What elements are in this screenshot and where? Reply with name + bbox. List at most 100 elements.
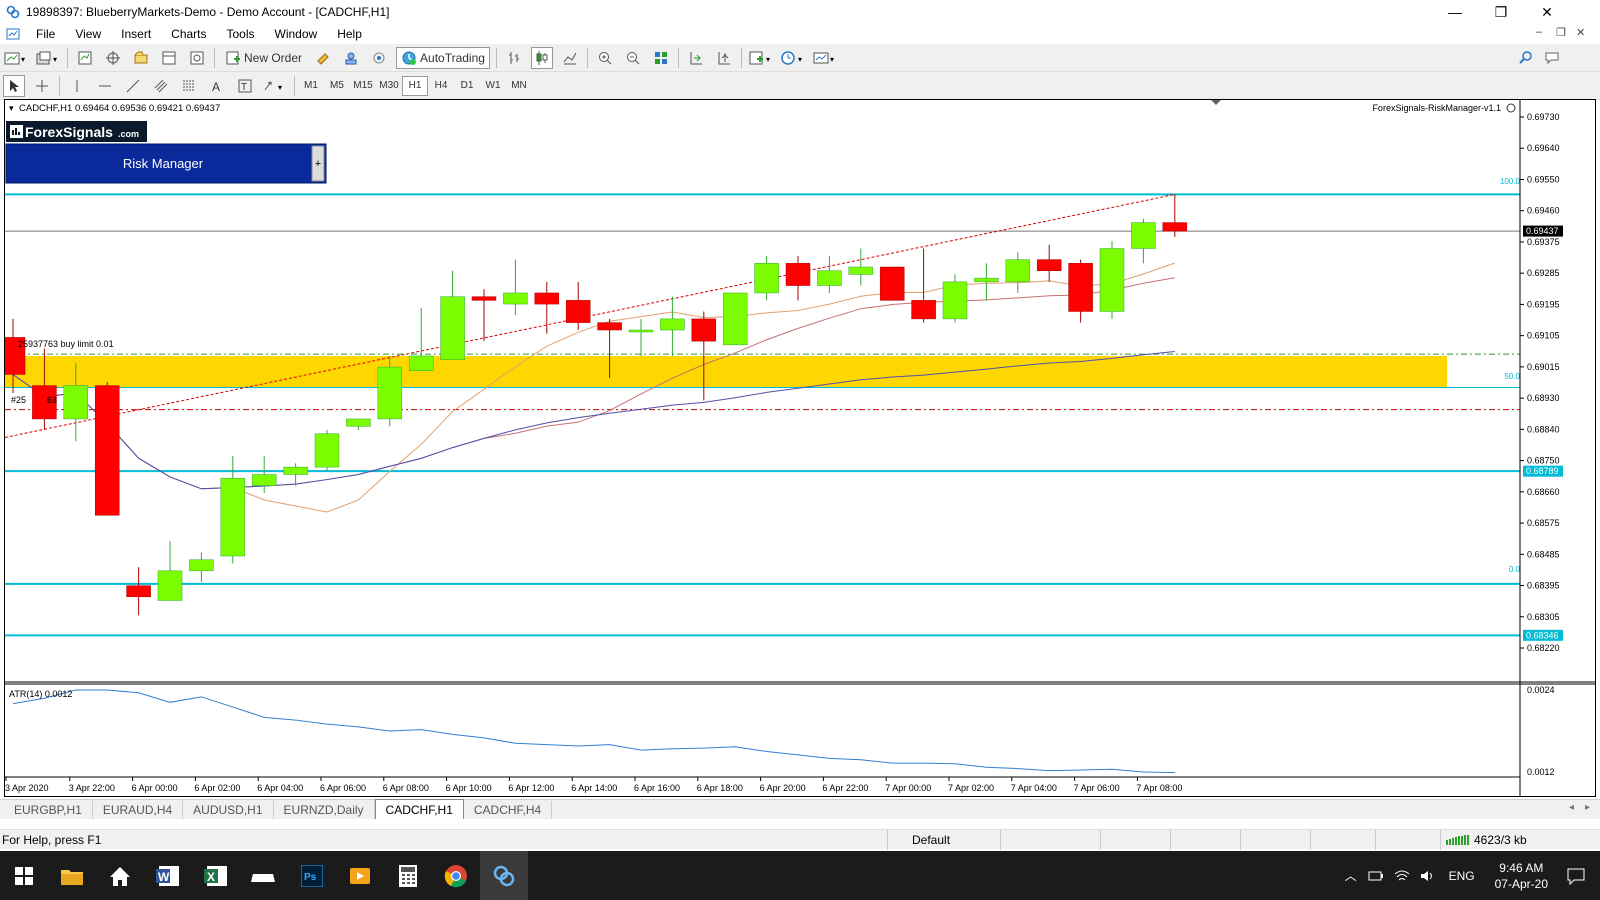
menu-insert[interactable]: Insert xyxy=(111,27,161,41)
trendline-icon[interactable] xyxy=(122,75,144,97)
price-chart[interactable]: 0.69730 0.69640 0.69550 0.69460 0.69375 0.692… xyxy=(0,100,1595,796)
tab-eurnzd-daily[interactable]: EURNZD,Daily xyxy=(274,801,375,819)
close-button[interactable]: ✕ xyxy=(1524,0,1570,24)
clock[interactable]: 9:46 AM 07-Apr-20 xyxy=(1495,860,1548,892)
tab-scroll-left-icon[interactable]: ◂ xyxy=(1569,802,1574,813)
cursor-icon[interactable] xyxy=(3,74,25,97)
candle-body xyxy=(471,296,497,301)
chart-header-arrow[interactable]: ▾ xyxy=(9,103,14,113)
tab-euraud-h4[interactable]: EURAUD,H4 xyxy=(93,801,184,819)
excel-icon[interactable]: X xyxy=(192,851,240,900)
tab-scroll-right-icon[interactable]: ▸ xyxy=(1585,802,1590,813)
time-tick-label: 6 Apr 18:00 xyxy=(697,783,743,793)
fibonacci-icon[interactable] xyxy=(178,75,200,97)
timeframe-mn[interactable]: MN xyxy=(506,76,532,96)
search-icon[interactable] xyxy=(1515,47,1537,69)
buy-limit-label[interactable]: 25937763 buy limit 0.01 xyxy=(18,339,114,349)
word-icon[interactable]: W xyxy=(144,851,192,900)
crosshair-nav-icon[interactable] xyxy=(102,47,124,69)
timeframe-w1[interactable]: W1 xyxy=(480,76,506,96)
bar-chart-icon[interactable] xyxy=(503,47,525,69)
community-icon[interactable] xyxy=(340,47,362,69)
indicators-icon[interactable]: ▾ xyxy=(748,47,774,69)
calculator-icon[interactable] xyxy=(384,851,432,900)
candle-body xyxy=(534,292,560,305)
menu-help[interactable]: Help xyxy=(327,27,372,41)
language-indicator[interactable]: ENG xyxy=(1449,869,1475,883)
zoom-in-icon[interactable] xyxy=(594,47,616,69)
tile-windows-icon[interactable] xyxy=(650,47,672,69)
file-explorer-icon[interactable] xyxy=(48,851,96,900)
menu-view[interactable]: View xyxy=(65,27,111,41)
order-label-right: 63 xyxy=(47,395,57,405)
home-icon[interactable] xyxy=(96,851,144,900)
new-chart-icon[interactable]: ▾ xyxy=(3,47,29,69)
minimize-button[interactable]: — xyxy=(1432,0,1478,24)
tester-icon[interactable] xyxy=(186,47,208,69)
autoscroll-icon[interactable] xyxy=(685,47,707,69)
tab-cadchf-h4[interactable]: CADCHF,H4 xyxy=(464,801,553,819)
chat-icon[interactable] xyxy=(1543,47,1565,69)
battery-icon[interactable] xyxy=(1368,870,1384,882)
menu-window[interactable]: Window xyxy=(265,27,328,41)
periods-icon[interactable]: ▾ xyxy=(780,47,806,69)
timeframe-h4[interactable]: H4 xyxy=(428,76,454,96)
risk-manager-panel[interactable]: Risk Manager + xyxy=(5,143,327,184)
menu-charts[interactable]: Charts xyxy=(161,27,216,41)
tab-eurgbp-h1[interactable]: EURGBP,H1 xyxy=(4,801,93,819)
maximize-button[interactable]: ❐ xyxy=(1478,0,1524,24)
zoom-out-icon[interactable] xyxy=(622,47,644,69)
wifi-icon[interactable] xyxy=(1394,869,1410,883)
notifications-icon[interactable] xyxy=(1566,867,1586,885)
timeframe-m5[interactable]: M5 xyxy=(324,76,350,96)
timeframe-m30[interactable]: M30 xyxy=(376,76,402,96)
connection-bars-icon[interactable] xyxy=(1446,834,1470,846)
chart-window[interactable]: 0.69730 0.69640 0.69550 0.69460 0.69375 0.692… xyxy=(0,99,1596,797)
chrome-icon[interactable] xyxy=(432,851,480,900)
candlestick-icon[interactable] xyxy=(530,46,553,69)
text-icon[interactable]: A xyxy=(206,75,228,97)
time-tick-label: 7 Apr 04:00 xyxy=(1011,783,1057,793)
text-label-icon[interactable]: T xyxy=(234,75,256,97)
timeframe-d1[interactable]: D1 xyxy=(454,76,480,96)
price-tick-label: 0.69105 xyxy=(1527,331,1560,341)
metatrader-icon[interactable] xyxy=(480,851,528,900)
arrows-icon[interactable]: ▾ xyxy=(262,75,288,97)
tray-chevron-icon[interactable]: ︿ xyxy=(1345,867,1357,884)
autotrading-button[interactable]: AutoTrading xyxy=(396,46,490,69)
profiles-icon[interactable]: ▾ xyxy=(35,47,61,69)
crosshair-icon[interactable] xyxy=(31,75,53,97)
tab-audusd-h1[interactable]: AUDUSD,H1 xyxy=(183,801,274,819)
volume-icon[interactable] xyxy=(1420,869,1436,883)
photoshop-icon[interactable]: Ps xyxy=(288,851,336,900)
signals-icon[interactable] xyxy=(368,47,390,69)
navigator-icon[interactable] xyxy=(130,47,152,69)
chart-shift-icon[interactable] xyxy=(713,47,735,69)
vertical-line-icon[interactable] xyxy=(66,75,88,97)
timeframe-m15[interactable]: M15 xyxy=(350,76,376,96)
keyboard-icon[interactable] xyxy=(240,851,288,900)
time-tick-label: 7 Apr 06:00 xyxy=(1074,783,1120,793)
chart-window-icon[interactable] xyxy=(6,27,20,41)
menu-tools[interactable]: Tools xyxy=(217,27,265,41)
new-order-button[interactable]: New Order xyxy=(221,47,306,69)
tab-cadchf-h1[interactable]: CADCHF,H1 xyxy=(374,799,464,819)
atr-line xyxy=(12,689,1175,774)
mdi-close-button[interactable]: ✕ xyxy=(1576,26,1585,39)
horizontal-line-icon[interactable] xyxy=(94,75,116,97)
media-player-icon[interactable] xyxy=(336,851,384,900)
templates-icon[interactable]: ▾ xyxy=(812,47,838,69)
fib-100-label: 100.0 xyxy=(1500,177,1521,186)
price-tick-label: 0.69195 xyxy=(1527,299,1560,309)
timeframe-m1[interactable]: M1 xyxy=(298,76,324,96)
metaeditor-icon[interactable] xyxy=(312,47,334,69)
mdi-restore-button[interactable]: ❐ xyxy=(1556,26,1566,39)
equidistant-channel-icon[interactable] xyxy=(150,75,172,97)
terminal-icon[interactable] xyxy=(158,47,180,69)
mdi-minimize-button[interactable]: ‒ xyxy=(1536,26,1542,38)
start-button[interactable] xyxy=(0,851,48,900)
menu-file[interactable]: File xyxy=(26,27,65,41)
line-chart-icon[interactable] xyxy=(559,47,581,69)
market-watch-icon[interactable] xyxy=(74,47,96,69)
timeframe-h1[interactable]: H1 xyxy=(402,75,428,96)
